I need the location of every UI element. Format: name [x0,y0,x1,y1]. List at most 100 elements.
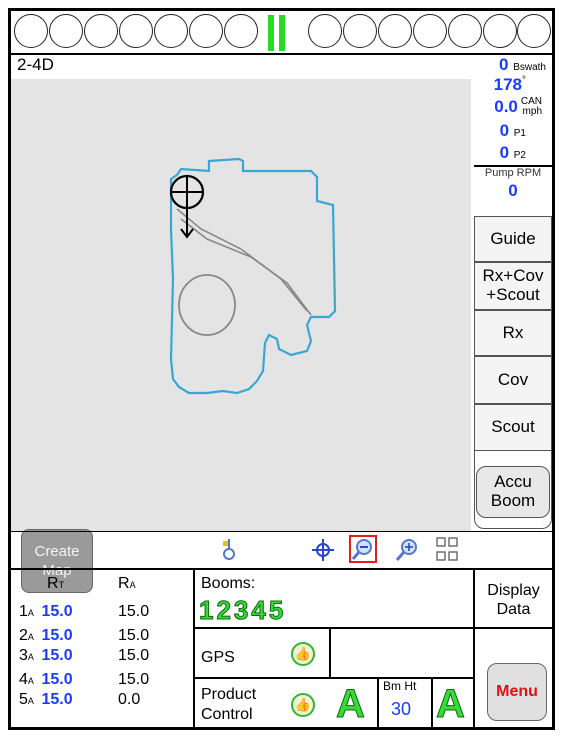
boom-section-indicator [343,14,377,48]
rate-row-sub: A [27,696,34,706]
zoom-out-icon[interactable] [349,535,377,563]
product-control-label: Product Control [201,685,256,725]
obstacle-boundary [178,274,236,336]
boom-section-indicator [14,14,48,48]
divider [377,677,379,727]
center-section-bar [268,15,274,51]
actual-rate-value: 0.0 [118,691,141,708]
target-rate-value: 15.0 [41,627,73,644]
menu-button[interactable]: Menu [487,663,547,721]
rx-label: Rx [502,322,524,342]
actual-rate-header-label: R [118,575,130,592]
p2-value: 0 [499,143,510,162]
rx-button[interactable]: Rx [474,310,552,356]
product-control-status-icon: 👍 [291,693,315,717]
divider [431,677,433,727]
vehicle-position-icon [169,174,205,239]
scout-button[interactable]: Scout [474,404,552,451]
boom-section-indicator [483,14,517,48]
rate-row-index: 2 [19,627,28,644]
cov-label: Cov [497,369,529,389]
boom-height-label: Bm Ht [383,679,417,693]
target-rate-header: RT [47,575,64,593]
accuboom-tab[interactable]: Accu Boom [474,451,552,529]
guide-label: Guide [490,228,536,248]
p1-unit: P1 [513,128,526,139]
rx-cov-scout-label-line1: Rx+Cov [482,266,544,286]
actual-rate-value: 15.0 [118,647,150,664]
rate-row: 5A 15.0 [19,691,73,709]
accuboom-label-line2: Boom [490,490,536,510]
gps-status-icon: 👍 [291,642,315,666]
rate-row-sub: A [27,676,34,686]
scout-label: Scout [491,417,535,437]
pan-target-icon[interactable] [311,538,335,562]
product-label: 2-4D [17,55,54,74]
coverage-track [180,218,312,316]
speed-unit: mph [522,106,542,117]
actual-rate-header-sub: A [129,580,136,590]
bottom-panel: RT RA 1A 15.0 15.0 2A 15.0 15.0 3A 15.0 … [11,569,552,727]
field-boundary-map [169,157,337,395]
rate-row-index: 4 [19,671,28,688]
rate-row: 4A 15.0 [19,671,73,689]
rate-row: 1A 15.0 [19,603,73,621]
vehicle-center-icon[interactable] [219,537,239,561]
rate-row-index: 1 [19,603,28,620]
auto-mode-indicator[interactable]: A [336,683,366,726]
boom-section-indicator [308,14,342,48]
actual-rate-value: 15.0 [118,627,150,644]
rate-row-sub: A [27,632,34,642]
p1-value: 0 [499,121,510,140]
field-boundary [169,157,337,395]
product-control-label-line1: Product [201,686,257,703]
accuboom-label-line1: Accu [494,471,532,491]
boom-height-value: 30 [391,699,412,719]
guide-button[interactable]: Guide [474,216,552,262]
cov-button[interactable]: Cov [474,356,552,404]
boom-height-auto-indicator[interactable]: A [436,683,466,726]
actual-rate-header: RA [118,575,136,593]
boom-section-indicator [84,14,118,48]
boom-section-indicator [517,14,551,48]
pressure-1-readout: 0 P1 [500,121,526,141]
booms-label: Booms: [201,575,256,592]
field-map[interactable]: Create Map [11,79,471,593]
boom-section-indicator [224,14,258,48]
rate-row-index: 5 [19,691,28,708]
divider [193,627,552,629]
booms-status[interactable]: 12345 [198,595,286,626]
swath-readout: 0 Bswath [499,55,546,75]
boom-section-indicator [49,14,83,48]
rate-row: 3A 15.0 [19,647,73,665]
rate-row-index: 3 [19,647,28,664]
rate-row-sub: A [27,652,34,662]
display-frame: 2-4D Create Map 0 Bswath 178° 0.0 CAN mp… [8,8,555,730]
rx-cov-scout-button[interactable]: Rx+Cov +Scout [474,262,552,310]
speed-value: 0.0 [494,97,518,116]
gps-label: GPS [201,649,235,666]
rx-cov-scout-label-line2: +Scout [486,285,540,304]
target-rate-value: 15.0 [41,671,73,688]
display-data-label-line2: Data [496,601,531,618]
target-rate-header-sub: T [58,580,65,590]
pump-rpm-label: Pump RPM [484,167,542,179]
divider [193,569,195,727]
display-data-button[interactable]: Display Data [475,581,552,619]
zoom-extents-icon[interactable] [435,536,461,564]
p2-unit: P2 [513,150,526,161]
boom-section-indicator [154,14,188,48]
heading-readout: 178° [494,75,526,95]
boom-section-indicator [448,14,482,48]
center-section-bar [279,15,285,51]
zoom-in-icon[interactable] [393,536,421,564]
swath-unit: Bswath [513,62,546,73]
divider [329,627,331,677]
boom-section-indicator [119,14,153,48]
swath-value: 0 [499,55,509,74]
rate-row: 2A 15.0 [19,627,73,645]
boom-section-indicator [413,14,447,48]
product-control-label-line2: Control [201,706,253,723]
target-rate-value: 15.0 [41,647,73,664]
pump-rpm-value: 0 [508,181,518,200]
